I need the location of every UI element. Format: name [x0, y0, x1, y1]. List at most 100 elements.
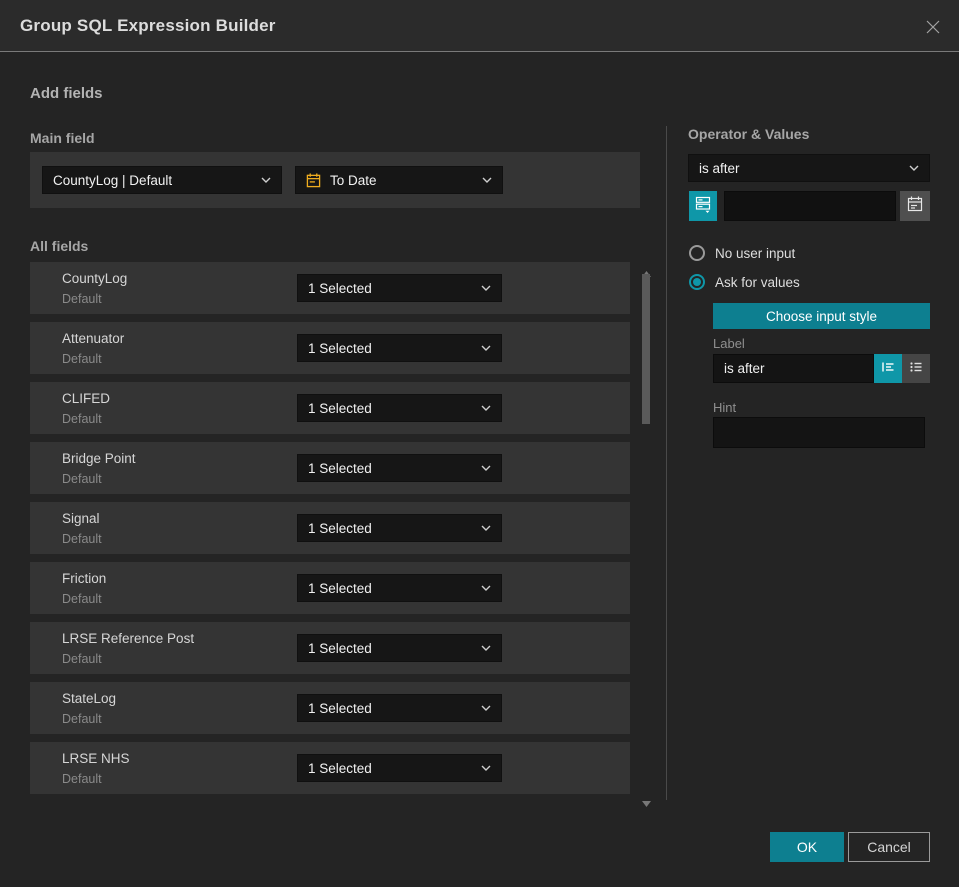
close-icon[interactable]: [921, 15, 945, 39]
radio-label[interactable]: Ask for values: [715, 275, 800, 290]
field-row: CountyLog Default 1 Selected: [30, 262, 630, 314]
label-label: Label: [713, 336, 745, 351]
main-field-dropdown-value: CountyLog | Default: [53, 172, 173, 188]
chevron-down-icon: [909, 165, 919, 171]
selected-count: 1 Selected: [308, 340, 372, 356]
operator-dropdown-value: is after: [699, 160, 740, 176]
value-type-button[interactable]: [689, 191, 717, 221]
chevron-down-icon: [481, 405, 491, 411]
field-selected-dropdown[interactable]: 1 Selected: [297, 634, 502, 662]
main-field-label: Main field: [30, 130, 95, 146]
radio-circle-checked[interactable]: [689, 274, 705, 290]
field-row: LRSE Reference Post Default 1 Selected: [30, 622, 630, 674]
hint-input[interactable]: [713, 417, 925, 448]
operator-dropdown[interactable]: is after: [688, 154, 930, 182]
dialog-title: Group SQL Expression Builder: [20, 15, 276, 35]
chevron-down-icon: [481, 585, 491, 591]
field-row: Bridge Point Default 1 Selected: [30, 442, 630, 494]
field-sublabel: Default: [62, 712, 102, 726]
field-name: LRSE NHS: [62, 751, 130, 766]
choose-input-style-button[interactable]: Choose input style: [713, 303, 930, 329]
date-field-dropdown[interactable]: To Date: [295, 166, 503, 194]
radio-no-user-input[interactable]: No user input: [689, 245, 795, 261]
chevron-down-icon: [481, 525, 491, 531]
field-selected-dropdown[interactable]: 1 Selected: [297, 754, 502, 782]
chevron-down-icon: [481, 765, 491, 771]
selected-count: 1 Selected: [308, 760, 372, 776]
field-sublabel: Default: [62, 472, 102, 486]
field-selected-dropdown[interactable]: 1 Selected: [297, 334, 502, 362]
selected-count: 1 Selected: [308, 520, 372, 536]
scroll-down-icon[interactable]: [642, 794, 651, 807]
title-bar: Group SQL Expression Builder: [0, 0, 959, 52]
align-left-icon: [880, 359, 896, 378]
main-field-dropdown[interactable]: CountyLog | Default: [42, 166, 282, 194]
panel-divider: [666, 126, 667, 800]
calendar-icon: [907, 196, 923, 217]
field-sublabel: Default: [62, 592, 102, 606]
radio-circle-unchecked[interactable]: [689, 245, 705, 261]
field-selected-dropdown[interactable]: 1 Selected: [297, 694, 502, 722]
field-selected-dropdown[interactable]: 1 Selected: [297, 274, 502, 302]
all-fields-list: CountyLog Default 1 Selected Attenuator …: [30, 262, 630, 802]
field-name: Attenuator: [62, 331, 125, 346]
hint-label: Hint: [713, 400, 737, 415]
label-input[interactable]: [713, 354, 874, 383]
chevron-down-icon: [481, 645, 491, 651]
scrollbar-thumb[interactable]: [642, 274, 650, 424]
field-sublabel: Default: [62, 772, 102, 786]
field-row: Attenuator Default 1 Selected: [30, 322, 630, 374]
field-row: CLIFED Default 1 Selected: [30, 382, 630, 434]
operator-values-heading: Operator & Values: [688, 126, 810, 142]
field-selected-dropdown[interactable]: 1 Selected: [297, 574, 502, 602]
chevron-down-icon: [482, 177, 492, 183]
field-name: Bridge Point: [62, 451, 136, 466]
list-style-button[interactable]: [902, 354, 930, 383]
field-sublabel: Default: [62, 412, 102, 426]
chevron-down-icon: [481, 705, 491, 711]
field-name: StateLog: [62, 691, 117, 706]
field-name: LRSE Reference Post: [62, 631, 195, 646]
field-sublabel: Default: [62, 532, 102, 546]
field-row: Signal Default 1 Selected: [30, 502, 630, 554]
cancel-button[interactable]: Cancel: [848, 832, 930, 862]
chevron-down-icon: [481, 345, 491, 351]
chevron-down-icon: [481, 285, 491, 291]
group-sql-expression-builder-dialog: Group SQL Expression Builder Add fields …: [0, 0, 959, 887]
list-icon: [908, 359, 924, 378]
ok-button[interactable]: OK: [770, 832, 844, 862]
selected-count: 1 Selected: [308, 400, 372, 416]
chevron-down-icon: [481, 465, 491, 471]
date-field-dropdown-value: To Date: [330, 172, 377, 188]
main-field-panel: CountyLog | Default To Date: [30, 152, 640, 208]
selected-count: 1 Selected: [308, 460, 372, 476]
field-selected-dropdown[interactable]: 1 Selected: [297, 394, 502, 422]
radio-label[interactable]: No user input: [715, 246, 795, 261]
selected-count: 1 Selected: [308, 640, 372, 656]
field-sublabel: Default: [62, 292, 102, 306]
list-scrollbar: [640, 262, 653, 807]
all-fields-label: All fields: [30, 238, 89, 254]
value-input[interactable]: [724, 191, 896, 221]
field-name: CountyLog: [62, 271, 128, 286]
chevron-down-icon: [261, 177, 271, 183]
radio-ask-for-values[interactable]: Ask for values: [689, 274, 800, 290]
selected-count: 1 Selected: [308, 280, 372, 296]
field-name: Signal: [62, 511, 100, 526]
stacked-values-icon: [694, 195, 712, 218]
selected-count: 1 Selected: [308, 700, 372, 716]
selected-count: 1 Selected: [308, 580, 372, 596]
scroll-up-icon[interactable]: [642, 264, 651, 277]
field-sublabel: Default: [62, 652, 102, 666]
field-selected-dropdown[interactable]: 1 Selected: [297, 514, 502, 542]
calendar-icon: [306, 172, 321, 188]
add-fields-heading: Add fields: [30, 85, 103, 102]
field-selected-dropdown[interactable]: 1 Selected: [297, 454, 502, 482]
field-name: CLIFED: [62, 391, 111, 406]
field-name: Friction: [62, 571, 107, 586]
field-row: Friction Default 1 Selected: [30, 562, 630, 614]
field-sublabel: Default: [62, 352, 102, 366]
single-line-style-button[interactable]: [874, 354, 902, 383]
date-picker-button[interactable]: [900, 191, 930, 221]
field-row: LRSE NHS Default 1 Selected: [30, 742, 630, 794]
